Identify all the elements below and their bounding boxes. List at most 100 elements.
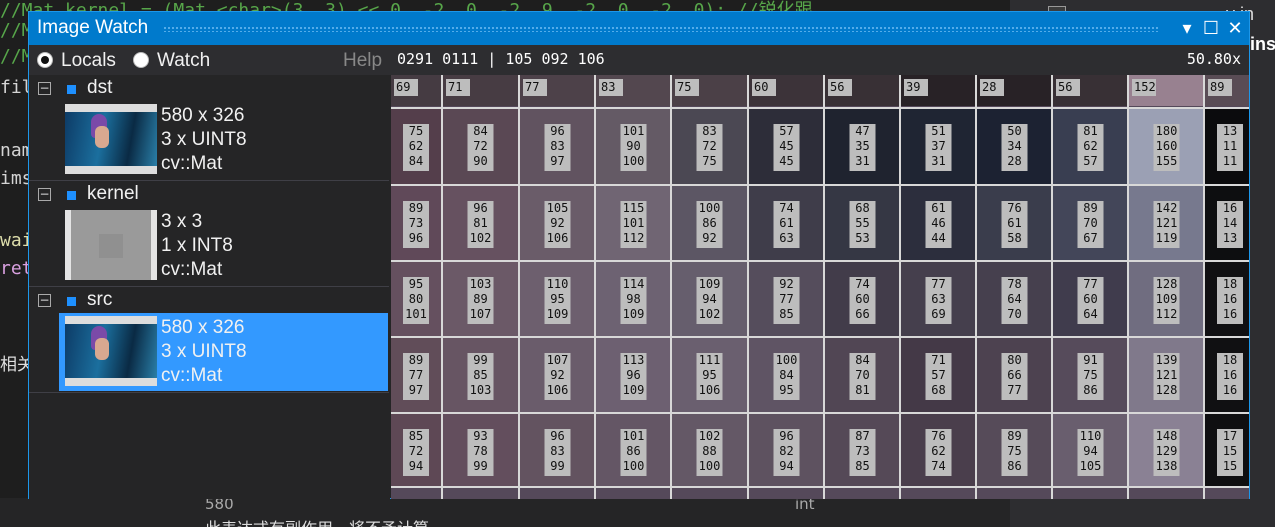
pixel-value: 57 (779, 124, 793, 138)
pixel-value: 66 (855, 307, 869, 321)
pixel-value: 110 (1080, 429, 1102, 443)
pixel-value: 148 (1156, 429, 1178, 443)
list-item-dst[interactable]: − dst 580 x 326 3 x UINT8 cv::Mat (29, 75, 389, 181)
pixel-value: 101 (405, 307, 427, 321)
dropdown-icon[interactable]: ▾ (1175, 15, 1199, 41)
pixel-value: 89 (409, 353, 423, 367)
pixel-value: 106 (699, 383, 721, 397)
pixel-value: 69 (396, 80, 410, 94)
pixel-value: 76 (1007, 201, 1021, 215)
pixel-value: 83 (601, 80, 615, 94)
pixel-value: 16 (1223, 292, 1237, 306)
pixel-value: 110 (547, 277, 569, 291)
watch-radio[interactable]: Watch (133, 50, 210, 72)
variables-list: − dst 580 x 326 3 x UINT8 cv::Mat − kern… (29, 75, 390, 499)
item-class: cv::Mat (161, 153, 223, 174)
collapse-icon[interactable]: − (38, 294, 51, 307)
pixel-value: 93 (473, 429, 487, 443)
grid-line (391, 184, 1249, 186)
close-icon[interactable]: ✕ (1223, 15, 1247, 41)
item-name: dst (87, 77, 113, 98)
pixel-value: 86 (1007, 459, 1021, 473)
pixel-value: 56 (830, 80, 844, 94)
pixel-value: 62 (1083, 139, 1097, 153)
pixel-value: 64 (1083, 307, 1097, 321)
pixel-value: 61 (931, 201, 945, 215)
color-square-icon (67, 85, 76, 94)
pixel-value: 15 (1223, 459, 1237, 473)
pixel-value: 60 (1083, 292, 1097, 306)
pixel-value: 109 (1156, 292, 1178, 306)
pixel-value: 15 (1223, 444, 1237, 458)
collapse-icon[interactable]: − (38, 82, 51, 95)
pixel-value: 78 (1007, 277, 1021, 291)
bottom-message: 此表达式有副作用，将不予计算 (205, 515, 429, 527)
pixel-value: 106 (547, 383, 569, 397)
pixel-value: 72 (702, 139, 716, 153)
pixel-value: 75 (409, 124, 423, 138)
drag-grip[interactable] (163, 26, 1159, 32)
item-type: 3 x UINT8 (161, 129, 247, 150)
pixel-value: 74 (855, 277, 869, 291)
pixel-value: 129 (1156, 444, 1178, 458)
thumbnail-image (65, 104, 157, 174)
pixel-value: 89 (409, 201, 423, 215)
pixel-value: 81 (473, 216, 487, 230)
pixel-value: 82 (779, 444, 793, 458)
item-size: 580 x 326 (161, 105, 245, 126)
pixel-value: 89 (473, 292, 487, 306)
pixel-value: 71 (931, 353, 945, 367)
locals-radio[interactable]: Locals (37, 50, 116, 72)
pixel-value: 57 (1083, 154, 1097, 168)
image-watch-window: Image Watch ▾ ☐ ✕ Locals Watch Help 0291… (28, 11, 1250, 499)
pixel-value: 16 (1223, 383, 1237, 397)
pixel-value: 92 (550, 216, 564, 230)
pixel-value: 88 (702, 444, 716, 458)
pixel-value: 109 (699, 277, 721, 291)
item-body[interactable]: 580 x 326 3 x UINT8 cv::Mat (59, 101, 388, 179)
pixel-value: 102 (470, 231, 492, 245)
pixel-value: 45 (779, 154, 793, 168)
item-body[interactable]: 580 x 326 3 x UINT8 cv::Mat (59, 313, 388, 391)
collapse-icon[interactable]: − (38, 188, 51, 201)
pixel-value: 55 (855, 216, 869, 230)
pixel-value: 89 (1007, 429, 1021, 443)
title-bar[interactable]: Image Watch ▾ ☐ ✕ (29, 12, 1249, 45)
item-name: src (87, 289, 113, 310)
pixel-value: 62 (409, 139, 423, 153)
item-class: cv::Mat (161, 259, 223, 280)
pixel-value: 99 (550, 459, 564, 473)
pixel-value: 112 (1156, 307, 1178, 321)
pixel-value: 81 (855, 383, 869, 397)
item-type: 1 x INT8 (161, 235, 233, 256)
pixel-value: 92 (779, 277, 793, 291)
help-link[interactable]: Help (343, 50, 382, 72)
pixel-value: 57 (931, 368, 945, 382)
zoom-level: 50.80x (1186, 50, 1241, 68)
thumbnail-image (65, 210, 157, 280)
pixel-value: 77 (931, 277, 945, 291)
grid-line (747, 75, 749, 499)
pixel-value: 17 (1223, 429, 1237, 443)
pixel-value: 103 (470, 383, 492, 397)
grid-line (391, 260, 1249, 262)
pixel-value: 77 (525, 80, 539, 94)
maximize-icon[interactable]: ☐ (1199, 15, 1223, 41)
list-item-src[interactable]: − src 580 x 326 3 x UINT8 cv::Mat (29, 287, 389, 393)
pixel-view[interactable]: 69 71 77 83 75 60 56 39 28 56 152 89 75 62 84 84 72 90 96 8… (391, 75, 1249, 499)
pixel-value: 68 (931, 383, 945, 397)
thumbnail-image (65, 316, 157, 386)
item-body[interactable]: 3 x 3 1 x INT8 cv::Mat (59, 207, 388, 285)
pixel-value: 45 (779, 139, 793, 153)
item-class: cv::Mat (161, 365, 223, 386)
pixel-value: 80 (1007, 353, 1021, 367)
watch-label: Watch (157, 50, 211, 71)
pixel-value: 71 (448, 80, 462, 94)
list-item-kernel[interactable]: − kernel 3 x 3 1 x INT8 cv::Mat (29, 181, 389, 287)
pixel-value: 73 (409, 216, 423, 230)
pixel-value: 152 (1134, 80, 1156, 94)
pixel-grid[interactable]: 69 71 77 83 75 60 56 39 28 56 152 89756284847290968… (391, 75, 1249, 499)
pixel-value: 68 (855, 201, 869, 215)
pixel-value: 72 (409, 444, 423, 458)
pixel-value: 67 (1083, 231, 1097, 245)
